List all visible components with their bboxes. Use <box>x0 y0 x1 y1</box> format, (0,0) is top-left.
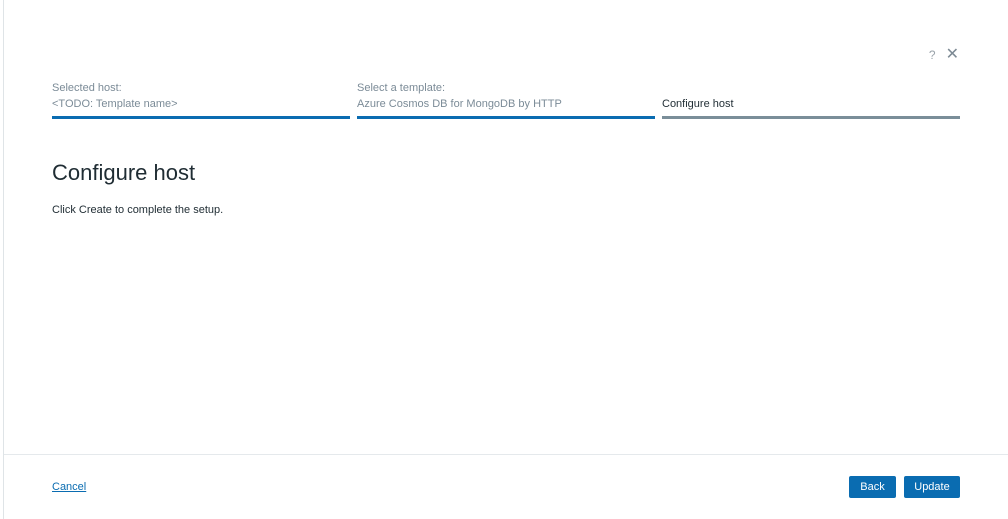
wizard-steps: Selected host: <TODO: Template name> Sel… <box>52 80 960 119</box>
step-label <box>662 80 960 96</box>
close-icon[interactable]: ✕ <box>946 47 959 63</box>
help-icon[interactable]: ? <box>929 48 936 62</box>
footer-divider <box>4 454 1008 455</box>
step-progress-bar <box>52 116 350 119</box>
cancel-link[interactable]: Cancel <box>52 481 86 493</box>
update-button[interactable]: Update <box>904 476 960 498</box>
step-select-template[interactable]: Select a template: Azure Cosmos DB for M… <box>357 80 655 119</box>
step-value: Azure Cosmos DB for MongoDB by HTTP <box>357 98 562 110</box>
wizard-dialog: ? ✕ Selected host: <TODO: Template name>… <box>3 0 1008 519</box>
step-label: Selected host: <box>52 82 122 94</box>
page-description: Click Create to complete the setup. <box>52 204 224 216</box>
dialog-header-icons: ? ✕ <box>929 47 959 63</box>
step-progress-bar <box>357 116 655 119</box>
step-selected-host[interactable]: Selected host: <TODO: Template name> <box>52 80 350 119</box>
step-label: Select a template: <box>357 82 446 94</box>
step-value: Configure host <box>662 98 734 110</box>
step-progress-bar <box>662 116 960 119</box>
page-title: Configure host <box>52 160 196 185</box>
back-button[interactable]: Back <box>849 476 896 498</box>
step-configure-host[interactable]: Configure host <box>662 80 960 119</box>
step-value: <TODO: Template name> <box>52 98 178 110</box>
